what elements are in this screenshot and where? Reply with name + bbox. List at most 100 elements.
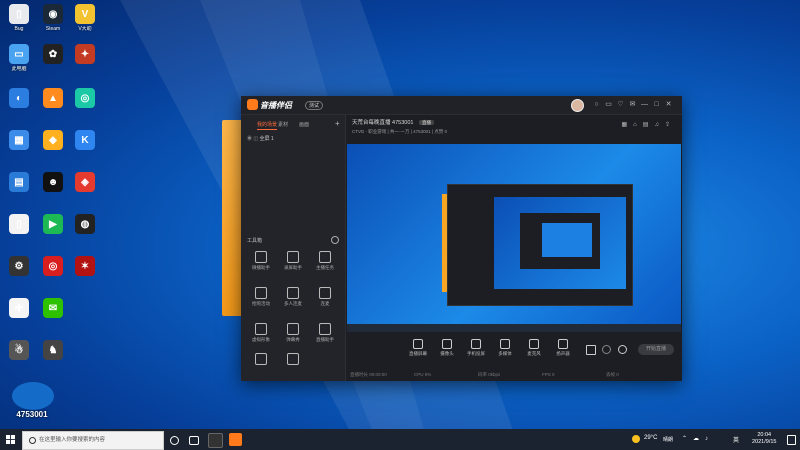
window-control-icon[interactable]: □ (653, 101, 660, 108)
status-item: 直播时长 00:00:00 (350, 372, 387, 377)
sidebar-tab[interactable]: 素材 (278, 121, 288, 128)
settings-icon[interactable] (602, 345, 611, 354)
tool-label: 微播助手 (252, 265, 270, 270)
desktop-icon[interactable]: ✿ (36, 44, 70, 66)
sidebar-tab[interactable]: 画面 (299, 121, 309, 128)
app-titlebar[interactable]: 音播伴侣 测试 ○ ▭ ♡ ✉ — □ ✕ (241, 96, 682, 115)
desktop-icon[interactable]: ▦ (2, 130, 36, 152)
streaming-app-window[interactable]: 音播伴侣 测试 ○ ▭ ♡ ✉ — □ ✕ 我的场景 素材 画面 + ◉ ◫ 全屏 1 工具箱 … (241, 96, 682, 381)
control-icon (413, 339, 423, 349)
go-live-button[interactable]: 开始直播 (638, 344, 674, 355)
desktop-icon[interactable]: ◉ Steam (36, 4, 70, 32)
toolbox-item[interactable] (277, 353, 309, 367)
control-icon (442, 339, 452, 349)
room-tool-icons[interactable]: ▦⌂▤♫⇪ (622, 121, 677, 128)
taskbar-app-icon[interactable] (208, 433, 223, 448)
desktop-icon[interactable]: ◎ (68, 88, 102, 110)
sidebar-tab[interactable]: 我的场景 (257, 121, 278, 130)
desktop-icon[interactable]: ☃ (2, 340, 36, 362)
add-scene-icon[interactable]: + (335, 119, 340, 128)
desktop-icon[interactable]: V V大助 (68, 4, 102, 32)
toolbox-item[interactable]: 弹幕秀 (277, 323, 309, 343)
gear-icon[interactable] (618, 345, 627, 354)
desktop-icon[interactable]: ✚ (2, 298, 36, 320)
toolbox-item[interactable]: 虚拟形象 (245, 323, 277, 343)
tool-icon (319, 251, 331, 263)
desktop-icon[interactable]: ▤ (2, 172, 36, 194)
stream-preview[interactable] (347, 144, 681, 332)
control-button[interactable]: 摄像头 (435, 339, 459, 357)
desktop-icon[interactable]: ▯ Bug (2, 4, 36, 32)
toolbox-item[interactable]: 连麦 (309, 287, 341, 307)
desktop-icon-label: 此电脑 (11, 66, 27, 72)
toolbox-more-icon[interactable] (331, 236, 339, 244)
toolbox-item[interactable]: 直播助手 (309, 323, 341, 343)
tool-icon (287, 353, 299, 365)
weather-temp[interactable]: 29°C (644, 435, 657, 441)
desktop-icon[interactable]: ✉ (36, 298, 70, 320)
desktop-icon[interactable]: ⚙ (2, 256, 36, 278)
notification-icon[interactable] (787, 435, 796, 445)
scene-item[interactable]: ◉ ◫ 全屏 1 (247, 135, 274, 142)
desktop-icon[interactable]: ◎ (36, 256, 70, 278)
control-label: 麦克风 (527, 351, 541, 356)
desktop-icon[interactable]: K (68, 130, 102, 152)
taskbar-streaming-app-icon[interactable] (229, 433, 242, 446)
desktop-icon[interactable]: ♞ (36, 340, 70, 362)
tool-label: 主播任务 (316, 265, 334, 270)
desktop-icon-label: V大助 (78, 26, 92, 32)
desktop-app-icon: ✦ (75, 44, 95, 64)
window-control-icon[interactable]: ▭ (605, 101, 612, 108)
desktop-icon[interactable]: ☻ (36, 172, 70, 194)
app-logo-icon (247, 99, 258, 110)
taskbar-search-box[interactable]: 在这里输入你要搜索的内容 (22, 431, 164, 450)
toolbox-item[interactable]: 录屏助手 (277, 251, 309, 271)
desktop-icon[interactable]: ◐ (2, 88, 36, 110)
eye-icon[interactable]: ◉ ◫ (247, 136, 260, 142)
ime-indicator[interactable]: 英 (733, 435, 739, 444)
desktop-app-icon: ⚙ (9, 256, 29, 276)
control-button[interactable]: 直播屏幕 (406, 339, 430, 357)
control-button[interactable]: 手机投屏 (464, 339, 488, 357)
window-control-icon[interactable]: — (641, 101, 648, 108)
desktop-icon[interactable]: ◆ (36, 130, 70, 152)
control-button[interactable]: 麦克风 (522, 339, 546, 357)
taskbar-clock[interactable]: 20:04 2021/9/15 (752, 432, 776, 446)
toolbox-item[interactable]: 多人连麦 (277, 287, 309, 307)
preview-nested-screen-2 (542, 223, 592, 257)
desktop-icon[interactable]: ✦ (68, 44, 102, 66)
desktop-icon[interactable]: ▶ (36, 214, 70, 236)
tool-icon (287, 251, 299, 263)
cortana-icon[interactable] (170, 436, 179, 445)
record-icon[interactable] (586, 345, 596, 355)
toolbox-item[interactable] (245, 353, 277, 367)
toolbox-item[interactable]: 微播助手 (245, 251, 277, 271)
weather-icon[interactable] (632, 435, 640, 443)
desktop-icon-label: Bug (14, 26, 24, 32)
control-button[interactable]: 多媒体 (493, 339, 517, 357)
windows-start-icon[interactable] (6, 435, 15, 444)
desktop-app-icon: ◈ (75, 172, 95, 192)
desktop-app-icon: ▯ (9, 4, 29, 24)
desktop-icon[interactable]: ✶ (68, 256, 102, 278)
room-badge[interactable]: 直播 (418, 120, 434, 125)
desktop-icon[interactable]: ▭ 此电脑 (2, 44, 36, 72)
window-control-icon[interactable]: ✕ (665, 101, 672, 108)
window-control-icon[interactable]: ✉ (629, 101, 636, 108)
desktop-icon[interactable]: ▲ (36, 88, 70, 110)
desktop-icon[interactable]: ◈ (68, 172, 102, 194)
window-control-icon[interactable]: ○ (593, 101, 600, 108)
status-item: 丢帧 0 (606, 372, 619, 377)
desktop-app-icon: ▦ (9, 130, 29, 150)
user-avatar[interactable] (571, 99, 584, 112)
task-view-icon[interactable] (189, 436, 199, 445)
system-tray-icons[interactable]: ⌃☁♪ (682, 435, 714, 442)
tool-icon (319, 287, 331, 299)
version-badge[interactable]: 测试 (305, 101, 324, 110)
desktop-icon[interactable]: ▯ (2, 214, 36, 236)
control-button[interactable]: 扬声器 (551, 339, 575, 357)
desktop-icon[interactable]: ◍ (68, 214, 102, 236)
toolbox-item[interactable]: 抢购活动 (245, 287, 277, 307)
window-control-icon[interactable]: ♡ (617, 101, 624, 108)
toolbox-item[interactable]: 主播任务 (309, 251, 341, 271)
